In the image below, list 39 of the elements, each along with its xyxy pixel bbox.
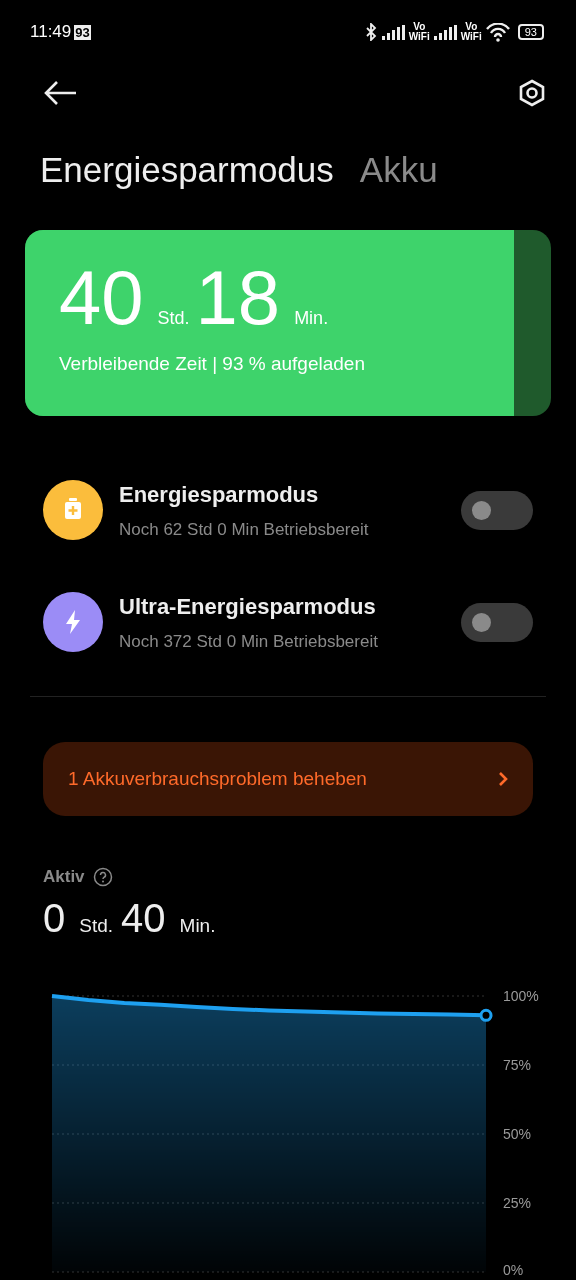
vowifi-label: Vo WiFi bbox=[460, 22, 482, 42]
wifi-icon bbox=[485, 22, 510, 42]
signal-icon bbox=[433, 24, 457, 40]
axis-label: 50% bbox=[503, 1126, 532, 1142]
mode-subtitle: Noch 372 Std 0 Min Betriebsbereit bbox=[119, 630, 379, 653]
hours-unit: Std. bbox=[157, 307, 190, 330]
mode-title: Ultra-Energiesparmodus bbox=[119, 592, 377, 621]
axis-label: 75% bbox=[503, 1057, 532, 1073]
active-label: Aktiv bbox=[43, 866, 85, 888]
mode-subtitle: Noch 62 Std 0 Min Betriebsbereit bbox=[119, 518, 370, 541]
axis-label: 100% bbox=[503, 988, 539, 1004]
remaining-time-text: Verbleibende Zeit | 93 % aufgeladen bbox=[59, 352, 366, 376]
help-icon[interactable] bbox=[92, 866, 113, 887]
issue-banner[interactable]: 1 Akkuverbrauchsproblem beheben bbox=[43, 742, 533, 816]
active-hours: 0 bbox=[43, 895, 66, 940]
chevron-right-icon bbox=[498, 771, 508, 787]
battery-indicator: 93 bbox=[517, 24, 544, 40]
minutes-value: 18 bbox=[195, 260, 281, 336]
toggle-switch[interactable] bbox=[461, 602, 533, 642]
active-minutes: 40 bbox=[121, 895, 166, 940]
axis-label: 0% bbox=[503, 1262, 524, 1276]
end-point bbox=[479, 1008, 493, 1022]
hours-unit: Std. bbox=[79, 913, 114, 938]
settings-icon[interactable] bbox=[518, 79, 546, 107]
clock-text: 11:49 bbox=[30, 21, 72, 44]
tab[interactable]: Energiesparmodus bbox=[40, 143, 334, 197]
issue-text: 1 Akkuverbrauchsproblem beheben bbox=[68, 766, 367, 791]
vowifi-label: Vo WiFi bbox=[408, 22, 430, 42]
tab[interactable]: Akku bbox=[359, 143, 438, 197]
axis-label: 25% bbox=[503, 1195, 532, 1211]
notification-badge: 93 bbox=[74, 24, 91, 40]
back-icon[interactable] bbox=[44, 81, 78, 105]
signal-icon bbox=[381, 24, 405, 40]
minutes-unit: Min. bbox=[179, 913, 216, 938]
bluetooth-icon bbox=[363, 23, 378, 41]
mode-title: Energiesparmodus bbox=[119, 480, 320, 509]
toggle-switch[interactable] bbox=[461, 490, 533, 530]
hours-value: 40 bbox=[59, 260, 144, 336]
minutes-unit: Min. bbox=[294, 307, 329, 330]
